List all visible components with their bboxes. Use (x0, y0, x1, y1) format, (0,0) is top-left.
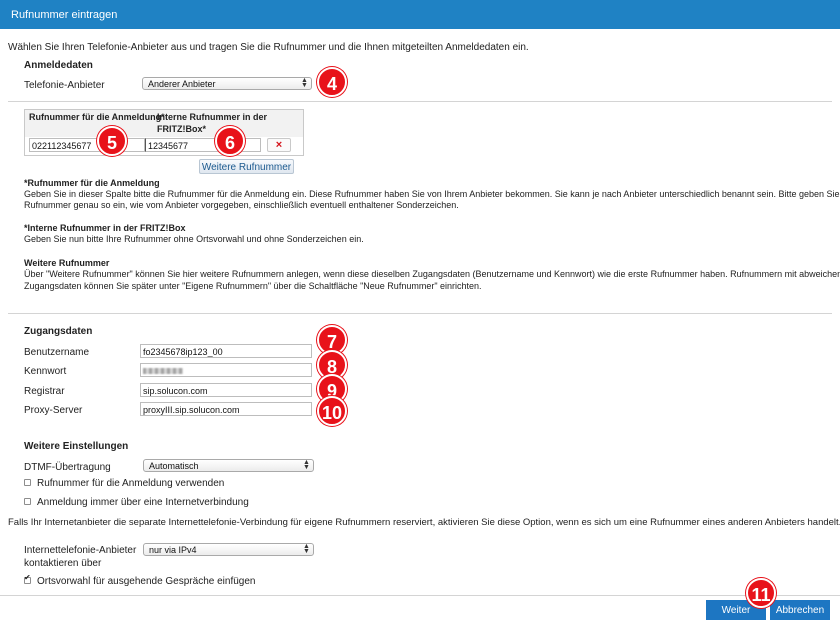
proxy-label: Proxy-Server (24, 405, 83, 416)
password-label: Kennwort (24, 366, 67, 377)
username-label: Benutzername (24, 347, 90, 358)
help-heading-internal-number: *Interne Rufnummer in der FRITZ!Box (24, 223, 186, 233)
registrar-label: Registrar (24, 386, 65, 397)
help-text-login-number-2: Rufnummer genau so ein, wie vom Anbieter… (24, 200, 459, 210)
dtmf-select-value: Automatisch (149, 461, 199, 471)
contact-via-select-value: nur via IPv4 (149, 545, 197, 555)
proxy-value: proxyIII.sip.solucon.com (143, 405, 240, 415)
select-arrows-icon: ▲ ▼ (303, 459, 310, 471)
login-number-input[interactable]: 022112345677 (29, 138, 145, 152)
help-text-internal-number: Geben Sie nun bitte Ihre Rufnummer ohne … (24, 234, 364, 244)
help-text-more-numbers-2: Zugangsdaten können Sie später unter "Ei… (24, 281, 482, 291)
annotation-badge-11: 11 (746, 578, 776, 608)
provider-select[interactable]: Anderer Anbieter ▲ ▼ (142, 77, 312, 90)
divider (8, 101, 832, 102)
always-internet-label: Anmeldung immer über eine Internetverbin… (37, 497, 249, 508)
contact-via-label-line2: kontaktieren über (24, 558, 102, 569)
password-masked-value (143, 368, 183, 374)
internet-provider-note: Falls Ihr Internetanbieter die separate … (8, 517, 840, 528)
area-code-label: Ortsvorwahl für ausgehende Gespräche ein… (37, 576, 256, 587)
select-arrows-icon: ▲ ▼ (303, 543, 310, 555)
username-input[interactable]: fo2345678ip123_00 (140, 344, 312, 358)
dtmf-select[interactable]: Automatisch ▲ ▼ (143, 459, 314, 472)
registrar-value: sip.solucon.com (143, 386, 208, 396)
provider-select-value: Anderer Anbieter (148, 79, 216, 89)
divider (8, 313, 832, 314)
col-internal-number-header-line2: FRITZ!Box* (157, 124, 206, 134)
use-login-number-label: Rufnummer für die Anmeldung verwenden (37, 478, 225, 489)
anmeldedaten-heading: Anmeldedaten (24, 60, 93, 71)
help-text-more-numbers-1: Über "Weitere Rufnummer" können Sie hier… (24, 269, 840, 279)
cancel-button[interactable]: Abbrechen (770, 600, 830, 620)
area-code-checkbox[interactable] (24, 573, 31, 584)
select-arrows-icon: ▲ ▼ (301, 77, 308, 89)
password-input[interactable] (140, 363, 312, 377)
dialog-title: Rufnummer eintragen (11, 9, 118, 21)
proxy-input[interactable]: proxyIII.sip.solucon.com (140, 402, 312, 416)
help-text-login-number-1: Geben Sie in dieser Spalte bitte die Ruf… (24, 189, 840, 199)
help-heading-more-numbers: Weitere Rufnummer (24, 258, 110, 268)
col-login-number-header: Rufnummer für die Anmeldung* (29, 112, 165, 122)
zugangsdaten-heading: Zugangsdaten (24, 326, 93, 337)
delete-icon: × (275, 139, 283, 151)
delete-number-button[interactable]: × (267, 138, 291, 152)
always-internet-checkbox[interactable] (24, 498, 31, 505)
provider-label: Telefonie-Anbieter (24, 80, 105, 91)
weitere-heading: Weitere Einstellungen (24, 441, 129, 452)
footer-divider (0, 595, 840, 596)
use-login-number-checkbox[interactable] (24, 479, 31, 486)
contact-via-label-line1: Internettelefonie-Anbieter (24, 545, 137, 556)
numbers-table: Rufnummer für die Anmeldung* Interne Ruf… (24, 109, 304, 156)
annotation-badge-6: 6 (215, 126, 245, 156)
contact-via-select[interactable]: nur via IPv4 ▲ ▼ (143, 543, 314, 556)
dtmf-label: DTMF-Übertragung (24, 462, 111, 473)
annotation-badge-5: 5 (97, 126, 127, 156)
login-number-value: 022112345677 (32, 141, 92, 151)
add-number-button[interactable]: Weitere Rufnummer (199, 159, 294, 174)
username-value: fo2345678ip123_00 (143, 347, 223, 357)
dialog-title-bar: Rufnummer eintragen (0, 0, 840, 29)
col-internal-number-header-line1: Interne Rufnummer in der (157, 112, 268, 122)
help-heading-login-number: *Rufnummer für die Anmeldung (24, 178, 160, 188)
annotation-badge-10: 10 (317, 396, 347, 426)
registrar-input[interactable]: sip.solucon.com (140, 383, 312, 397)
annotation-badge-4: 4 (317, 67, 347, 97)
intro-text: Wählen Sie Ihren Telefonie-Anbieter aus … (8, 42, 529, 53)
internal-number-value: 12345677 (148, 141, 189, 151)
